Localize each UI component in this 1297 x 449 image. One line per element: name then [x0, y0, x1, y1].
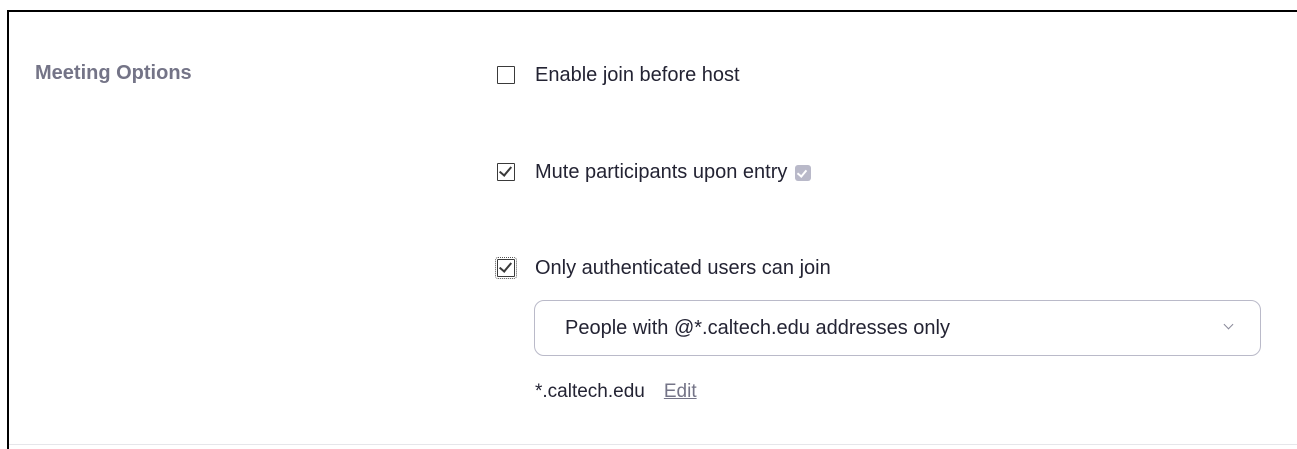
option-mute-participants[interactable]: Mute participants upon entry: [497, 160, 812, 184]
domain-row: *.caltech.edu Edit: [535, 380, 697, 404]
option-label-text: Mute participants upon entry: [535, 161, 788, 183]
edit-domain-link[interactable]: Edit: [664, 380, 697, 404]
authentication-select-value: People with @*.caltech.edu addresses onl…: [565, 317, 950, 339]
chevron-down-icon: [1223, 319, 1234, 330]
section-divider: [9, 444, 1297, 445]
option-label: Enable join before host: [535, 64, 740, 86]
join-before-host-checkbox[interactable]: [497, 66, 515, 84]
option-label: Mute participants upon entry: [535, 160, 812, 184]
authenticated-users-checkbox[interactable]: [495, 257, 517, 279]
locked-setting-icon: [795, 164, 812, 181]
mute-participants-checkbox[interactable]: [497, 163, 515, 181]
option-enable-join-before-host[interactable]: Enable join before host: [497, 63, 740, 87]
authentication-select[interactable]: People with @*.caltech.edu addresses onl…: [534, 300, 1261, 356]
section-title: Meeting Options: [35, 62, 192, 84]
domain-text: *.caltech.edu: [535, 381, 645, 402]
option-authenticated-users[interactable]: Only authenticated users can join: [495, 256, 831, 280]
option-label: Only authenticated users can join: [535, 257, 831, 279]
